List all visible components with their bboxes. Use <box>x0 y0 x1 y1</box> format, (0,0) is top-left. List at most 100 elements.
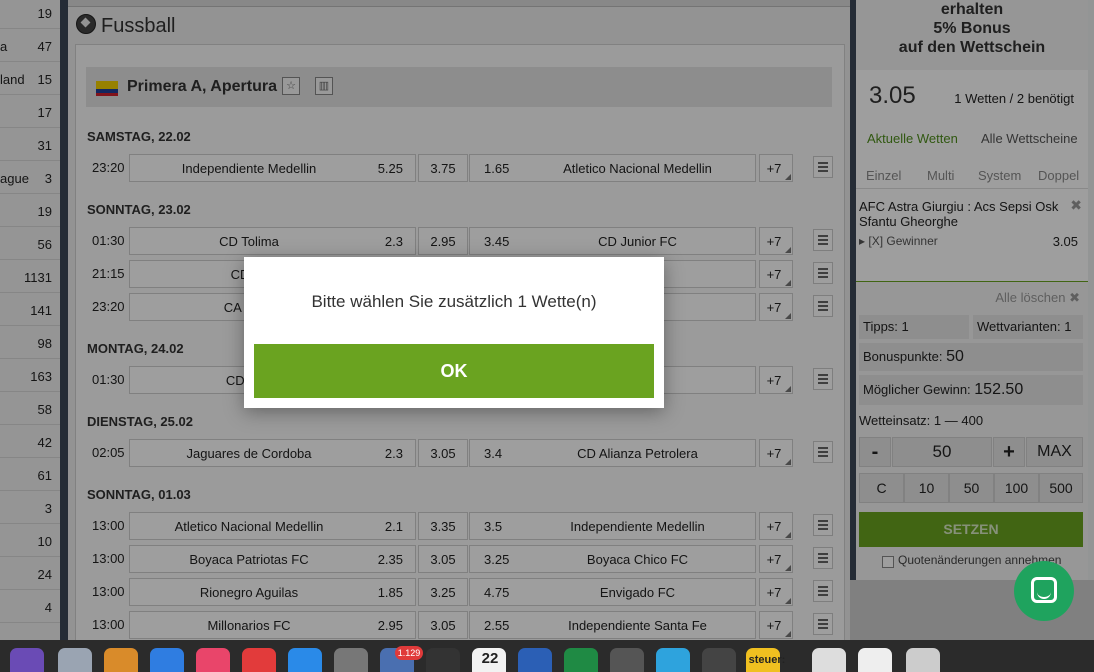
home-odds-button[interactable]: Rionegro Aguilas 1.85 <box>129 578 416 606</box>
more-markets-button[interactable]: +7 <box>759 611 793 639</box>
sidebar-item[interactable]: 141 <box>0 295 60 326</box>
chat-launcher-button[interactable] <box>1014 561 1074 621</box>
match-stats-icon[interactable] <box>813 262 833 284</box>
sidebar-item-count: 58 <box>37 402 52 417</box>
away-odd: 3.45 <box>484 234 510 249</box>
away-team: CD Junior FC <box>598 234 677 249</box>
sidebar-item[interactable]: 61 <box>0 460 60 491</box>
home-odds-button[interactable]: CD Tolima 2.3 <box>129 227 416 255</box>
away-odds-button[interactable]: 1.65 Atletico Nacional Medellin <box>469 154 756 182</box>
sidebar-item[interactable]: 10 <box>0 526 60 557</box>
word-icon[interactable] <box>518 648 552 672</box>
draw-odd: 2.95 <box>430 234 456 249</box>
away-odd: 4.75 <box>484 585 510 600</box>
type-double[interactable]: Doppel <box>1038 168 1079 183</box>
match-stats-icon[interactable] <box>813 514 833 536</box>
sidebar-item[interactable]: a 47 <box>0 31 60 62</box>
folder-icon[interactable] <box>858 648 892 672</box>
more-markets-button[interactable]: +7 <box>759 227 793 255</box>
telegram-icon[interactable] <box>656 648 690 672</box>
app-icon[interactable] <box>610 648 644 672</box>
safari-icon[interactable] <box>150 648 184 672</box>
away-odds-button[interactable]: 3.5 Independiente Medellin <box>469 512 756 540</box>
odds-change-checkbox[interactable] <box>882 556 894 568</box>
type-system[interactable]: System <box>978 168 1021 183</box>
sidebar-item[interactable]: 1131 <box>0 262 60 293</box>
draw-odds-button[interactable]: 3.25 <box>418 578 468 606</box>
draw-odds-button[interactable]: 3.05 <box>418 439 468 467</box>
home-team: Rionegro Aguilas <box>199 585 299 600</box>
away-team: Atletico Nacional Medellin <box>563 161 712 176</box>
draw-odds-button[interactable]: 3.75 <box>418 154 468 182</box>
app-icon[interactable] <box>104 648 138 672</box>
more-markets-button[interactable]: +7 <box>759 293 793 321</box>
draw-odds-button[interactable]: 3.05 <box>418 545 468 573</box>
home-odds-button[interactable]: Jaguares de Cordoba 2.3 <box>129 439 416 467</box>
match-stats-icon[interactable] <box>813 547 833 569</box>
sidebar-item[interactable]: 17 <box>0 97 60 128</box>
away-odds-button[interactable]: 3.4 CD Alianza Petrolera <box>469 439 756 467</box>
home-odds-button[interactable]: Independiente Medellin 5.25 <box>129 154 416 182</box>
draw-odds-button[interactable]: 2.95 <box>418 227 468 255</box>
type-single[interactable]: Einzel <box>866 168 901 183</box>
sidebar-item[interactable]: 98 <box>0 328 60 359</box>
sidebar-item[interactable]: ague 3 <box>0 163 60 194</box>
tab-all-slips[interactable]: Alle Wettscheine <box>981 131 1078 146</box>
sidebar-item[interactable]: 58 <box>0 394 60 425</box>
sidebar-item[interactable]: 19 <box>0 0 60 29</box>
document-icon[interactable] <box>812 648 846 672</box>
match-stats-icon[interactable] <box>813 580 833 602</box>
match-stats-icon[interactable] <box>813 441 833 463</box>
match-stats-icon[interactable] <box>813 613 833 635</box>
sidebar-item[interactable]: 3 <box>0 493 60 524</box>
app-icon[interactable] <box>426 648 460 672</box>
sidebar-item[interactable]: 19 <box>0 196 60 227</box>
more-markets-button[interactable]: +7 <box>759 439 793 467</box>
home-odds-button[interactable]: Boyaca Patriotas FC 2.35 <box>129 545 416 573</box>
away-odds-button[interactable]: 3.25 Boyaca Chico FC <box>469 545 756 573</box>
match-stats-icon[interactable] <box>813 156 833 178</box>
home-odds-button[interactable]: Millonarios FC 2.95 <box>129 611 416 639</box>
excel-icon[interactable] <box>564 648 598 672</box>
sidebar-item[interactable]: 31 <box>0 130 60 161</box>
more-markets-button[interactable]: +7 <box>759 578 793 606</box>
sidebar-item[interactable]: 163 <box>0 361 60 392</box>
sidebar-item[interactable]: 56 <box>0 229 60 260</box>
home-odds-button[interactable]: Atletico Nacional Medellin 2.1 <box>129 512 416 540</box>
launchpad-icon[interactable] <box>58 648 92 672</box>
away-odds-button[interactable]: 2.55 Independiente Santa Fe <box>469 611 756 639</box>
away-odds-button[interactable]: 3.45 CD Junior FC <box>469 227 756 255</box>
trash-icon[interactable] <box>906 648 940 672</box>
sidebar-item[interactable]: land 15 <box>0 64 60 95</box>
away-team: Boyaca Chico FC <box>586 552 689 567</box>
mail-icon[interactable] <box>242 648 276 672</box>
more-markets-button[interactable]: +7 <box>759 366 793 394</box>
more-markets-button[interactable]: +7 <box>759 154 793 182</box>
type-multi[interactable]: Multi <box>927 168 954 183</box>
stats-icon[interactable]: ▥ <box>315 77 333 95</box>
more-markets-button[interactable]: +7 <box>759 545 793 573</box>
match-stats-icon[interactable] <box>813 295 833 317</box>
siri-icon[interactable] <box>10 648 44 672</box>
more-markets-button[interactable]: +7 <box>759 512 793 540</box>
steuer-label: steuer: <box>748 654 786 666</box>
more-markets-button[interactable]: +7 <box>759 260 793 288</box>
match-stats-icon[interactable] <box>813 368 833 390</box>
day-header: DIENSTAG, 25.02 <box>87 414 193 429</box>
draw-odds-button[interactable]: 3.35 <box>418 512 468 540</box>
music-icon[interactable] <box>196 648 230 672</box>
sidebar-item[interactable]: 4 <box>0 592 60 623</box>
sidebar-item[interactable]: 42 <box>0 427 60 458</box>
match-row: 13:00 Atletico Nacional Medellin 2.1 3.35 3.… <box>87 512 833 540</box>
sidebar-item[interactable]: 24 <box>0 559 60 590</box>
away-odds-button[interactable]: 4.75 Envigado FC <box>469 578 756 606</box>
place-bet-button[interactable]: SETZEN <box>859 512 1083 547</box>
draw-odds-button[interactable]: 3.05 <box>418 611 468 639</box>
tab-current-bets[interactable]: Aktuelle Wetten <box>867 131 958 146</box>
ok-button[interactable]: OK <box>254 344 654 398</box>
app-store-icon[interactable] <box>288 648 322 672</box>
app-icon[interactable] <box>702 648 736 672</box>
match-stats-icon[interactable] <box>813 229 833 251</box>
system-preferences-icon[interactable] <box>334 648 368 672</box>
star-favorite-icon[interactable]: ☆ <box>282 77 300 95</box>
